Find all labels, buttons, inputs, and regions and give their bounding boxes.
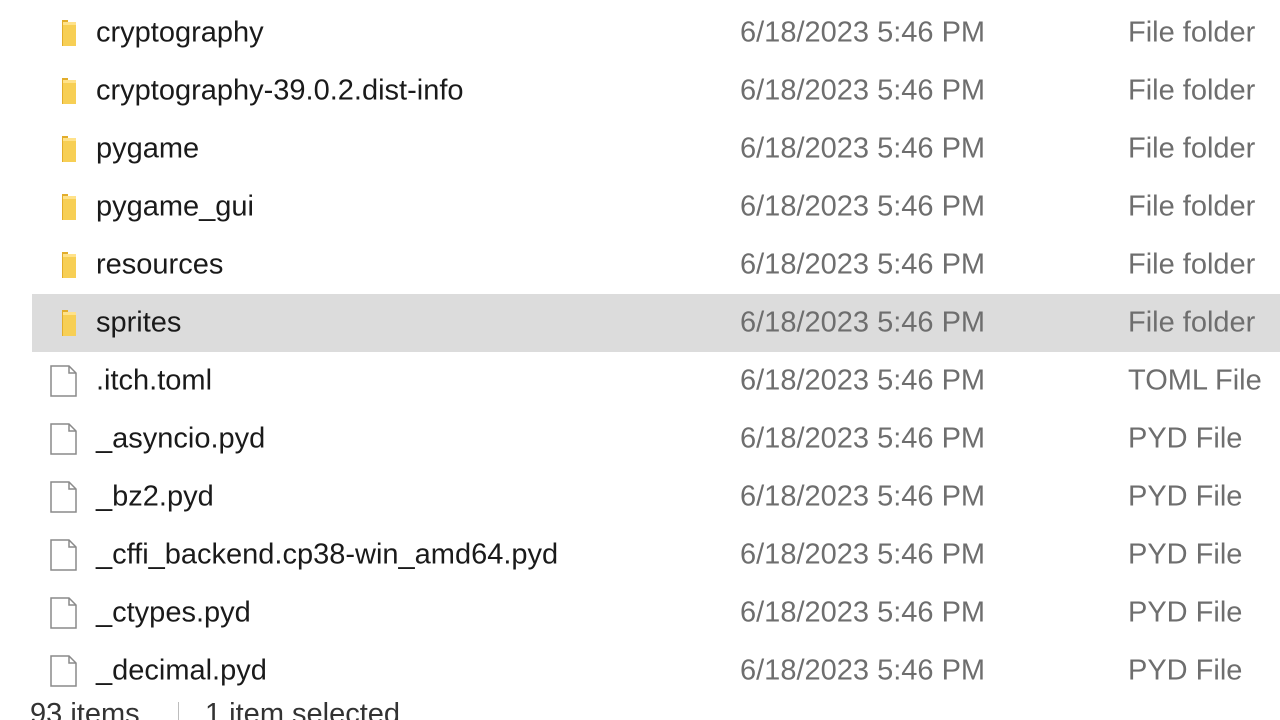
- file-date: 6/18/2023 5:46 PM: [740, 364, 986, 397]
- file-name: _ctypes.pyd: [96, 596, 251, 629]
- file-name: _asyncio.pyd: [96, 422, 266, 455]
- file-row-ctypes[interactable]: _ctypes.pyd 6/18/2023 5:46 PM PYD File: [32, 584, 1280, 642]
- file-row-cffi-backend[interactable]: _cffi_backend.cp38-win_amd64.pyd 6/18/20…: [32, 526, 1280, 584]
- folder-icon: [62, 194, 76, 220]
- status-separator: [178, 702, 179, 720]
- file-date: 6/18/2023 5:46 PM: [740, 654, 986, 687]
- file-icon: [50, 481, 77, 513]
- file-row-sprites[interactable]: sprites 6/18/2023 5:46 PM File folder: [32, 294, 1280, 352]
- folder-icon: [62, 310, 76, 336]
- file-icon: [50, 539, 77, 571]
- file-name: sprites: [96, 306, 182, 339]
- file-name: _cffi_backend.cp38-win_amd64.pyd: [96, 538, 559, 571]
- folder-icon: [62, 20, 76, 46]
- file-type: File folder: [1128, 306, 1256, 339]
- file-row-resources[interactable]: resources 6/18/2023 5:46 PM File folder: [32, 236, 1280, 294]
- item-count: 93 items: [30, 698, 140, 720]
- file-date: 6/18/2023 5:46 PM: [740, 248, 986, 281]
- file-row-bz2[interactable]: _bz2.pyd 6/18/2023 5:46 PM PYD File: [32, 468, 1280, 526]
- file-icon: [50, 597, 77, 629]
- folder-icon: [62, 78, 76, 104]
- file-date: 6/18/2023 5:46 PM: [740, 16, 986, 49]
- file-date: 6/18/2023 5:46 PM: [740, 132, 986, 165]
- file-date: 6/18/2023 5:46 PM: [740, 190, 986, 223]
- file-type: PYD File: [1128, 422, 1243, 455]
- file-name: resources: [96, 248, 224, 281]
- folder-icon: [62, 252, 76, 278]
- file-type: File folder: [1128, 190, 1256, 223]
- file-icon: [50, 655, 77, 687]
- file-type: TOML File: [1128, 364, 1262, 397]
- file-row-decimal[interactable]: _decimal.pyd 6/18/2023 5:46 PM PYD File: [32, 642, 1280, 700]
- file-type: File folder: [1128, 74, 1256, 107]
- file-type: File folder: [1128, 248, 1256, 281]
- file-row-itch-toml[interactable]: .itch.toml 6/18/2023 5:46 PM TOML File: [32, 352, 1280, 410]
- file-date: 6/18/2023 5:46 PM: [740, 306, 986, 339]
- file-name: cryptography-39.0.2.dist-info: [96, 74, 464, 107]
- file-list: cryptography 6/18/2023 5:46 PM File fold…: [0, 0, 1280, 700]
- file-row-pygame[interactable]: pygame 6/18/2023 5:46 PM File folder: [32, 120, 1280, 178]
- folder-icon: [62, 136, 76, 162]
- file-type: PYD File: [1128, 596, 1243, 629]
- file-name: cryptography: [96, 16, 264, 49]
- file-name: _decimal.pyd: [96, 654, 267, 687]
- file-type: File folder: [1128, 16, 1256, 49]
- file-type: PYD File: [1128, 480, 1243, 513]
- file-type: PYD File: [1128, 654, 1243, 687]
- file-icon: [50, 423, 77, 455]
- file-type: PYD File: [1128, 538, 1243, 571]
- file-row-cryptography-dist-info[interactable]: cryptography-39.0.2.dist-info 6/18/2023 …: [32, 62, 1280, 120]
- file-icon: [50, 365, 77, 397]
- file-name: pygame_gui: [96, 190, 254, 223]
- file-date: 6/18/2023 5:46 PM: [740, 538, 986, 571]
- file-date: 6/18/2023 5:46 PM: [740, 480, 986, 513]
- file-date: 6/18/2023 5:46 PM: [740, 422, 986, 455]
- file-row-asyncio[interactable]: _asyncio.pyd 6/18/2023 5:46 PM PYD File: [32, 410, 1280, 468]
- file-row-pygame-gui[interactable]: pygame_gui 6/18/2023 5:46 PM File folder: [32, 178, 1280, 236]
- file-date: 6/18/2023 5:46 PM: [740, 596, 986, 629]
- status-bar: 93 items 1 item selected: [0, 698, 1280, 720]
- file-row-cryptography[interactable]: cryptography 6/18/2023 5:46 PM File fold…: [32, 4, 1280, 62]
- file-name: .itch.toml: [96, 364, 213, 397]
- file-type: File folder: [1128, 132, 1256, 165]
- file-date: 6/18/2023 5:46 PM: [740, 74, 986, 107]
- file-name: pygame: [96, 132, 200, 165]
- file-name: _bz2.pyd: [96, 480, 214, 513]
- selection-count: 1 item selected: [205, 698, 401, 720]
